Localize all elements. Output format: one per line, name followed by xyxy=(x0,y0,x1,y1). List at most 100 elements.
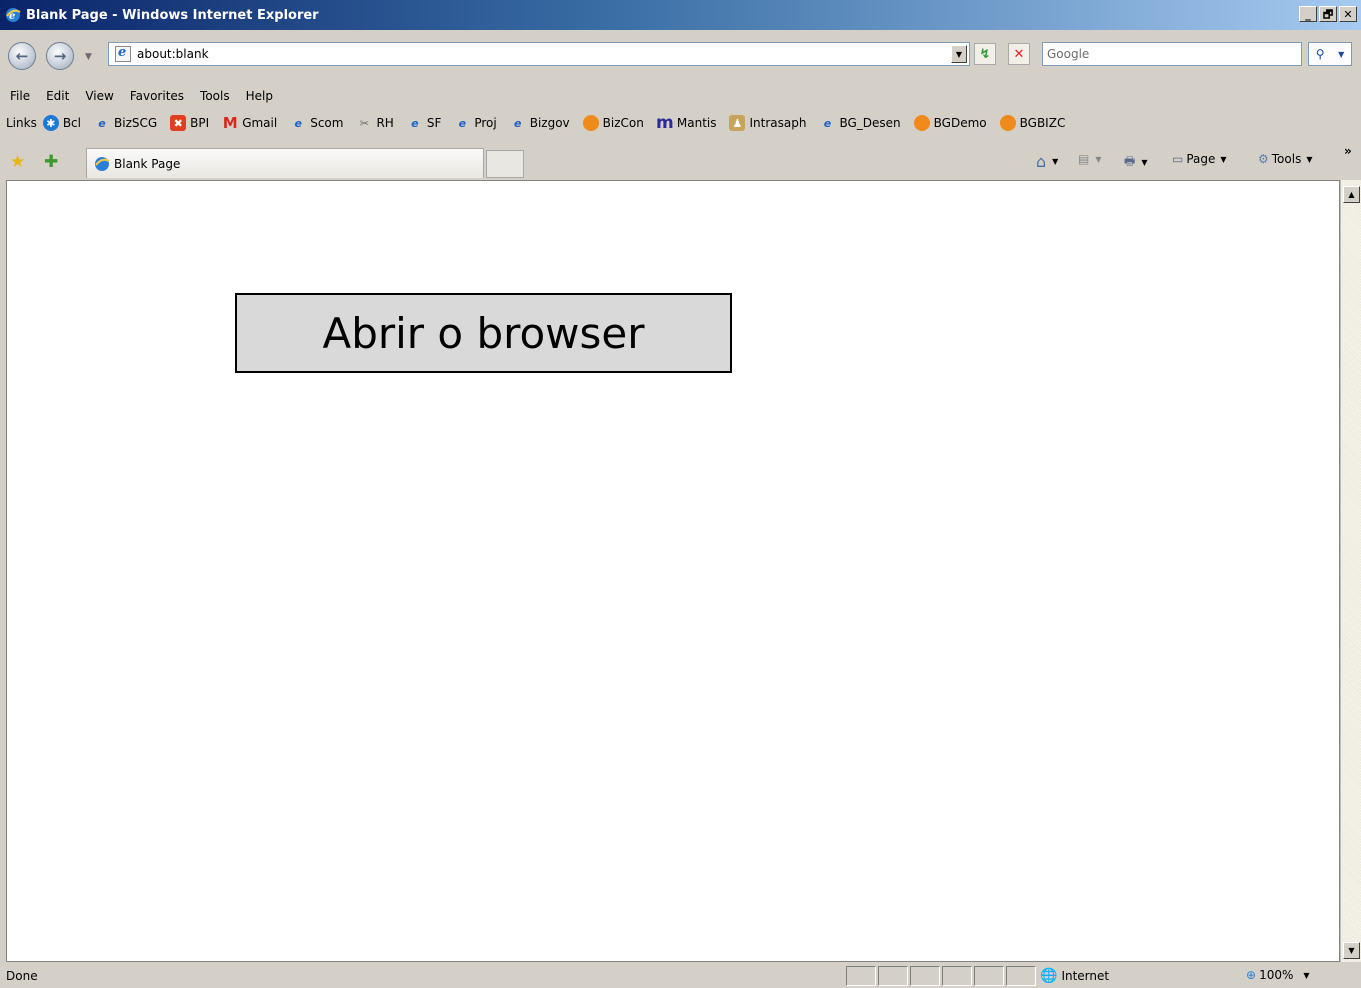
mantis-icon: m xyxy=(656,113,674,133)
more-commands-chevron-icon[interactable]: » xyxy=(1344,144,1352,158)
ie-tab-icon xyxy=(95,156,110,171)
restore-button[interactable]: 🗗 xyxy=(1319,6,1337,22)
bgbizc-icon xyxy=(999,115,1016,131)
address-url[interactable]: about:blank xyxy=(137,47,209,61)
links-bar: Links ✱ Bcl e BizSCG ✖ BPI M Gmail e Scom ✂ RH… xyxy=(0,112,1078,134)
ie-page-icon: e xyxy=(458,116,467,130)
menu-file[interactable]: File xyxy=(10,89,30,103)
menu-help[interactable]: Help xyxy=(246,89,273,103)
forward-button[interactable]: → xyxy=(46,42,74,70)
link-bcl[interactable]: ✱ Bcl xyxy=(42,115,81,131)
address-dropdown-button[interactable]: ▼ xyxy=(951,45,967,63)
new-tab-button[interactable] xyxy=(486,150,524,178)
page-dropdown-icon: ▼ xyxy=(1220,154,1227,164)
ie-page-icon: e xyxy=(411,116,419,130)
link-bpi[interactable]: ✖ BPI xyxy=(170,115,209,131)
ie-page-icon: e xyxy=(98,116,106,130)
status-cell xyxy=(910,966,940,986)
tab-title: Blank Page xyxy=(114,156,181,171)
menu-tools[interactable]: Tools xyxy=(200,89,230,103)
link-bizgov[interactable]: e Bizgov xyxy=(510,115,570,131)
search-icon: ⚲ xyxy=(1315,47,1325,61)
ie-page-icon: e xyxy=(514,116,522,130)
home-dropdown-icon[interactable]: ▼ xyxy=(1052,157,1058,166)
print-button[interactable]: 🖶 ▼ xyxy=(1124,152,1147,173)
intrasaph-icon: ♟ xyxy=(729,115,746,131)
bizcon-icon xyxy=(582,115,599,131)
link-rh[interactable]: ✂ RH xyxy=(356,115,394,131)
globe-icon: 🌐 xyxy=(1040,968,1058,984)
add-to-favorites-icon[interactable]: ✚ xyxy=(44,152,58,172)
page-menu-button[interactable]: ▭ Page ▼ xyxy=(1172,152,1227,166)
status-cell xyxy=(974,966,1004,986)
tools-dropdown-icon: ▼ xyxy=(1306,154,1313,164)
feeds-button[interactable]: ▤ ▼ xyxy=(1078,152,1102,166)
link-bizcon[interactable]: BizCon xyxy=(582,115,644,131)
close-button[interactable]: ✕ xyxy=(1339,6,1357,22)
link-sf[interactable]: e SF xyxy=(407,115,441,131)
link-bgdemo[interactable]: BGDemo xyxy=(913,115,987,131)
back-button[interactable]: ← xyxy=(8,42,36,70)
abrir-browser-box: Abrir o browser xyxy=(235,293,732,373)
print-dropdown-icon[interactable]: ▼ xyxy=(1141,158,1147,167)
search-button[interactable]: ⚲ ▼ xyxy=(1308,42,1352,66)
tab-blank-page[interactable]: Blank Page xyxy=(86,148,484,178)
home-button[interactable]: ⌂ ▼ xyxy=(1036,152,1058,171)
gmail-icon: M xyxy=(222,114,238,132)
links-label: Links xyxy=(6,116,37,130)
link-intrasaph[interactable]: ♟ Intrasaph xyxy=(729,115,806,131)
tab-bar: ★ ✚ Blank Page ⌂ ▼ ▤ ▼ 🖶 ▼ ▭ Page ▼ ⚙ Tools ▼ » xyxy=(0,144,1361,180)
scroll-down-button[interactable]: ▼ xyxy=(1343,942,1360,959)
zoom-icon: ⊕ xyxy=(1246,968,1257,982)
favorites-center-star-icon[interactable]: ★ xyxy=(10,152,25,172)
refresh-button[interactable]: ↯ xyxy=(974,43,996,65)
feeds-icon: ▤ xyxy=(1078,152,1090,166)
link-bizscg[interactable]: e BizSCG xyxy=(94,115,157,131)
link-mantis[interactable]: m Mantis xyxy=(656,113,716,133)
stop-button[interactable]: ✕ xyxy=(1008,43,1030,65)
zoom-dropdown-icon[interactable]: ▼ xyxy=(1303,971,1309,980)
zoom-control[interactable]: ⊕ 100% ▼ xyxy=(1246,968,1310,982)
menu-favorites[interactable]: Favorites xyxy=(130,89,184,103)
back-arrow-icon: ← xyxy=(15,47,29,65)
address-bar[interactable]: e about:blank ▼ xyxy=(108,42,970,66)
link-proj[interactable]: e Proj xyxy=(454,115,497,131)
page-icon: e xyxy=(115,45,131,62)
ie-logo-icon: e xyxy=(6,8,21,22)
print-icon: 🖶 xyxy=(1124,154,1136,168)
ie-page-icon: e xyxy=(823,116,832,130)
link-bg-desen[interactable]: e BG_Desen xyxy=(819,115,901,131)
minimize-button[interactable]: _ xyxy=(1299,6,1317,22)
menu-edit[interactable]: Edit xyxy=(46,89,69,103)
address-toolbar: ← → ▼ e about:blank ▼ ↯ ✕ Google ⚲ ▼ xyxy=(0,34,1361,80)
rh-icon: ✂ xyxy=(359,116,370,130)
status-cell xyxy=(878,966,908,986)
feeds-dropdown-icon[interactable]: ▼ xyxy=(1095,155,1101,164)
link-gmail[interactable]: M Gmail xyxy=(222,114,277,132)
stop-icon: ✕ xyxy=(1013,46,1025,62)
tools-menu-button[interactable]: ⚙ Tools ▼ xyxy=(1258,152,1312,166)
scroll-up-button[interactable]: ▲ xyxy=(1343,186,1360,203)
status-bar: Done 🌐 Internet ⊕ 100% ▼ xyxy=(0,964,1361,988)
gear-icon: ⚙ xyxy=(1258,152,1269,166)
security-zone[interactable]: 🌐 Internet xyxy=(1040,968,1109,984)
link-bgbizc[interactable]: BGBIZC xyxy=(999,115,1065,131)
status-cell xyxy=(1006,966,1036,986)
refresh-icon: ↯ xyxy=(979,46,991,62)
zone-label: Internet xyxy=(1061,969,1110,983)
vertical-scrollbar[interactable]: ▲ ▼ xyxy=(1340,180,1361,962)
svg-text:e: e xyxy=(9,11,15,22)
ie-page-icon: e xyxy=(294,116,302,130)
recent-pages-dropdown-icon[interactable]: ▼ xyxy=(85,52,92,62)
search-input[interactable]: Google xyxy=(1042,42,1302,66)
bgdemo-icon xyxy=(913,115,930,131)
home-icon: ⌂ xyxy=(1036,152,1047,171)
link-scom[interactable]: e Scom xyxy=(290,115,343,131)
page-content: Abrir o browser xyxy=(6,180,1340,962)
title-bar: e Blank Page - Windows Internet Explorer… xyxy=(0,0,1361,30)
page-icon-cmd: ▭ xyxy=(1172,152,1184,166)
forward-arrow-icon: → xyxy=(53,47,67,65)
menu-view[interactable]: View xyxy=(85,89,113,103)
search-options-dropdown-icon[interactable]: ▼ xyxy=(1338,50,1344,59)
menu-bar: File Edit View Favorites Tools Help xyxy=(0,85,289,107)
